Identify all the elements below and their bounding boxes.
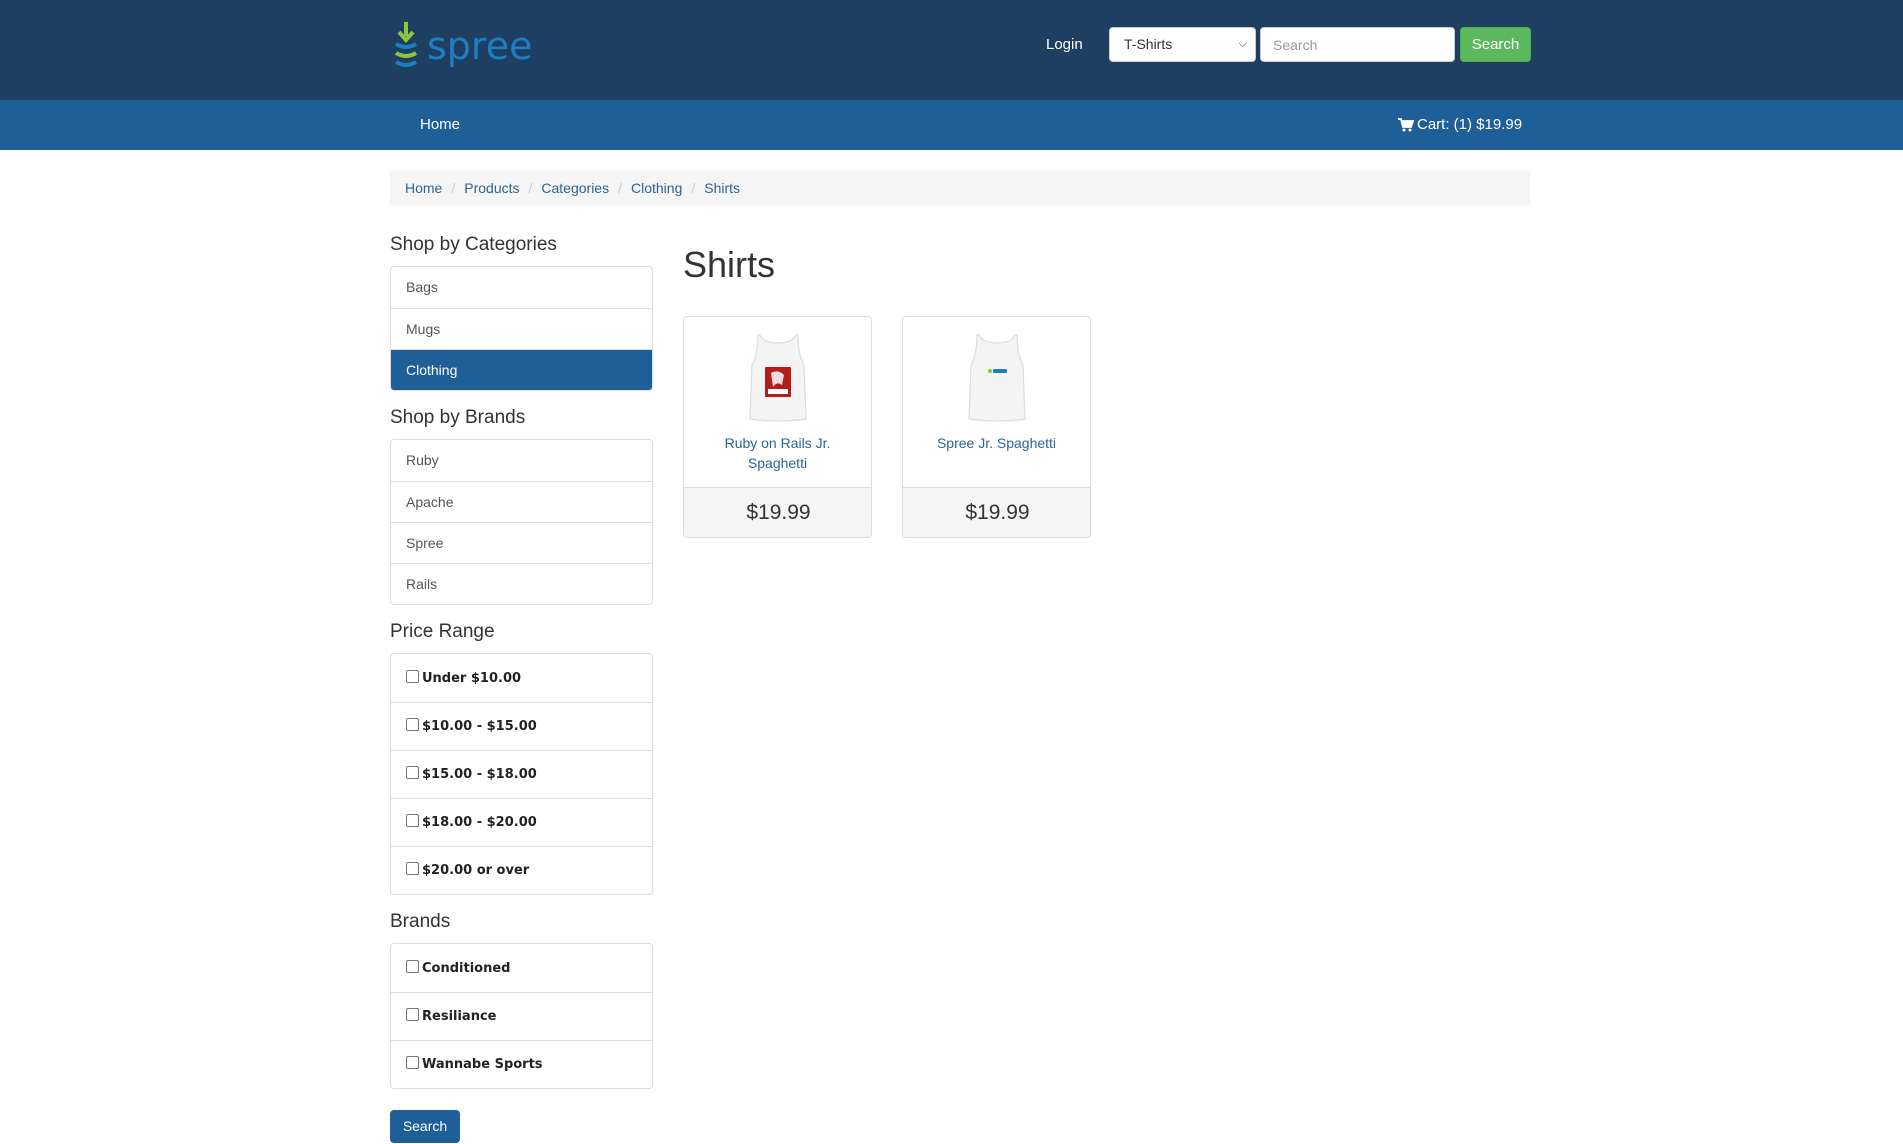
brand-rails[interactable]: Rails (391, 563, 652, 604)
logo-text: spree (427, 24, 533, 68)
filter-search-button[interactable]: Search (390, 1110, 460, 1143)
sidebar: Shop by Categories Bags Mugs Clothing Sh… (390, 232, 653, 1143)
price-filter-label: $10.00 - $15.00 (422, 719, 537, 734)
search-button[interactable]: Search (1460, 27, 1531, 62)
product-price: $19.99 (684, 487, 871, 537)
brand-filter-list: Conditioned Resiliance Wannabe Sports (390, 943, 653, 1089)
checkbox[interactable] (406, 959, 419, 973)
brand-filter-label: Conditioned (422, 960, 511, 976)
login-link[interactable]: Login (1046, 36, 1083, 53)
breadcrumb-shirts[interactable]: Shirts (704, 180, 740, 196)
brand-spree[interactable]: Spree (391, 522, 652, 563)
price-filter-label: $15.00 - $18.00 (422, 767, 537, 782)
category-bags[interactable]: Bags (391, 267, 652, 308)
product-card[interactable]: Ruby on Rails Jr. Spaghetti $19.99 (683, 316, 872, 538)
taxon-select[interactable]: T-Shirts ⌵ (1109, 27, 1256, 62)
price-range-title: Price Range (390, 621, 495, 642)
price-filter-item[interactable]: $20.00 or over (391, 846, 652, 894)
price-filter-item[interactable]: $18.00 - $20.00 (391, 798, 652, 846)
breadcrumb-separator: / (691, 180, 696, 196)
spree-logo[interactable]: spree (389, 20, 532, 70)
checkbox[interactable] (406, 718, 419, 731)
breadcrumb-separator: / (528, 180, 533, 196)
categories-list: Bags Mugs Clothing (390, 266, 653, 391)
tank-top-rails-icon (749, 334, 807, 422)
checkbox[interactable] (406, 862, 419, 875)
brand-apache[interactable]: Apache (391, 481, 652, 522)
cart-icon (1398, 117, 1414, 131)
brand-filter-item[interactable]: Resiliance (391, 992, 652, 1040)
price-filter-item[interactable]: $10.00 - $15.00 (391, 702, 652, 750)
checkbox[interactable] (406, 766, 419, 779)
nav-home-link[interactable]: Home (420, 116, 460, 133)
checkbox[interactable] (406, 1056, 419, 1069)
price-filter-label: $18.00 - $20.00 (422, 815, 537, 830)
product-name[interactable]: Ruby on Rails Jr. Spaghetti (694, 433, 861, 473)
price-filter-item[interactable]: Under $10.00 (391, 654, 652, 702)
breadcrumb-categories[interactable]: Categories (541, 180, 609, 196)
brands-list: Ruby Apache Spree Rails (390, 439, 653, 605)
taxon-select-value: T-Shirts (1124, 36, 1173, 52)
brand-filter-label: Resiliance (422, 1009, 497, 1024)
breadcrumb-separator: / (618, 180, 622, 196)
category-mugs[interactable]: Mugs (391, 308, 652, 349)
brand-filter-label: Wannabe Sports (422, 1057, 543, 1072)
breadcrumb-products[interactable]: Products (464, 180, 519, 196)
product-name[interactable]: Spree Jr. Spaghetti (913, 433, 1080, 453)
breadcrumb-home[interactable]: Home (405, 180, 442, 196)
checkbox[interactable] (406, 669, 419, 683)
brands-title: Shop by Brands (390, 407, 526, 428)
category-clothing[interactable]: Clothing (391, 349, 652, 390)
breadcrumb: Home / Products / Categories / Clothing … (390, 170, 1530, 206)
categories-title: Shop by Categories (390, 234, 557, 255)
main-nav: Home Cart: (1) $19.99 (0, 100, 1903, 150)
brand-filter-item[interactable]: Conditioned (391, 944, 652, 992)
cart-link[interactable]: Cart: (1) $19.99 (1398, 116, 1522, 133)
product-card[interactable]: Spree Jr. Spaghetti $19.99 (902, 316, 1091, 538)
product-price: $19.99 (903, 487, 1090, 537)
cart-label: Cart: (1) $19.99 (1417, 116, 1523, 133)
chevron-down-icon: ⌵ (1238, 38, 1247, 50)
brand-filter-title: Brands (390, 911, 451, 932)
price-filter-label: Under $10.00 (422, 670, 522, 686)
checkbox[interactable] (406, 814, 419, 827)
search-input[interactable] (1260, 27, 1455, 62)
brand-ruby[interactable]: Ruby (391, 440, 652, 481)
spree-logo-icon (394, 22, 418, 67)
price-filter-item[interactable]: $15.00 - $18.00 (391, 750, 652, 798)
price-filter-label: $20.00 or over (422, 863, 530, 878)
page-title: Shirts (683, 244, 776, 285)
checkbox[interactable] (406, 1008, 419, 1021)
tank-top-spree-icon (968, 334, 1026, 422)
brand-filter-item[interactable]: Wannabe Sports (391, 1040, 652, 1088)
price-range-list: Under $10.00 $10.00 - $15.00 $15.00 - $1… (390, 653, 653, 895)
breadcrumb-clothing[interactable]: Clothing (631, 180, 682, 196)
breadcrumb-separator: / (451, 180, 456, 196)
header: spree Login T-Shirts ⌵ Search (0, 0, 1903, 100)
